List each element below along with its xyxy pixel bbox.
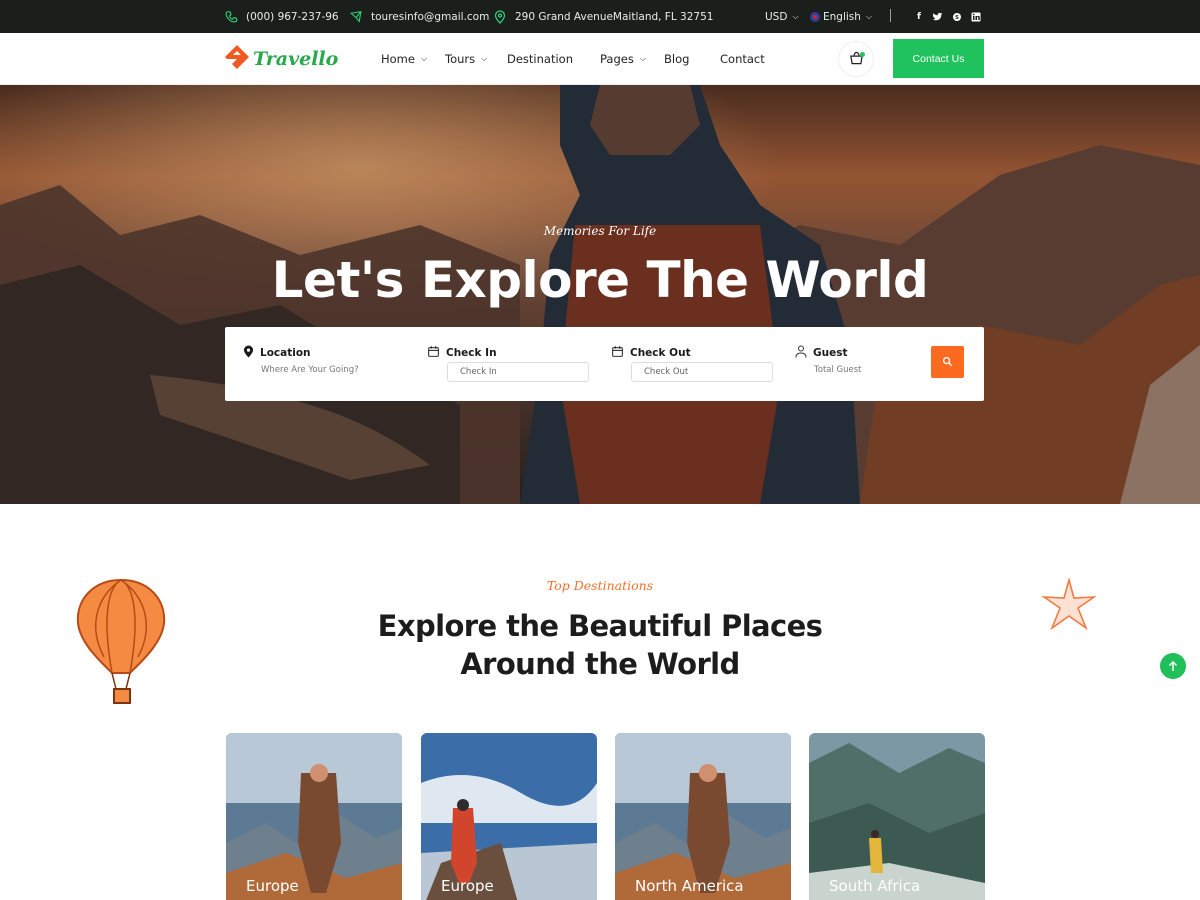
skype-icon[interactable]: S [952,12,962,22]
hero-subtitle: Memories For Life [543,224,657,238]
nav-item-home[interactable]: Home ⌵ [381,33,427,85]
uk-flag-icon [810,11,820,22]
email-contact[interactable]: touresinfo@gmail.com [349,0,489,33]
card-title: Europe [441,877,494,895]
section-title-line-2: Around the World [460,647,740,681]
check-out-field: Check Out Check Out [611,327,781,401]
logo-text: Travello [253,48,339,70]
nav-label: Destination [507,52,573,66]
location-label: Location [260,347,311,359]
nav-label: Pages [600,52,634,66]
map-pin-icon [243,345,254,361]
guest-label: Guest [813,347,848,359]
nav-label: Blog [664,52,690,66]
language-value: English [823,10,861,23]
destination-card[interactable]: South Africa [809,733,985,900]
map-pin-icon [493,9,507,24]
section-subtitle: Top Destinations [546,578,654,593]
location-input[interactable]: Where Are Your Going? [261,365,359,375]
guest-input[interactable]: Total Guest [814,365,862,375]
calendar-icon [427,345,440,361]
language-select[interactable]: English ⌵ [810,0,872,33]
divider [890,9,891,22]
phone-text: (000) 967-237-96 [246,10,339,23]
linkedin-icon[interactable] [971,12,981,22]
search-button[interactable] [931,346,964,378]
destination-image [809,733,985,900]
destination-card[interactable]: Europe [421,733,597,900]
nav-item-tours[interactable]: Tours ⌵ [445,33,487,85]
check-in-input[interactable]: Check In [447,362,589,382]
check-out-label: Check Out [630,347,691,359]
destination-card[interactable]: North America [615,733,791,900]
calendar-icon [611,345,624,361]
social-links: f S [914,0,981,33]
hero-title: Let's Explore The World [271,251,929,309]
destination-image [421,733,597,900]
main-header: Travello Home ⌵ Tours ⌵ Destination Page… [0,33,1200,85]
chevron-down-icon: ⌵ [792,11,799,21]
card-title: South Africa [829,877,921,895]
email-text: touresinfo@gmail.com [371,10,490,23]
chevron-down-icon: ⌵ [420,54,428,63]
cart-button[interactable] [838,41,874,77]
nav-label: Home [381,52,415,66]
check-in-label: Check In [446,347,497,359]
address-contact: 290 Grand AvenueMaitland, FL 32751 [493,0,713,33]
twitter-icon[interactable] [933,12,943,22]
guest-field[interactable]: Guest Total Guest [795,327,915,401]
nav-item-contact[interactable]: Contact [720,33,765,85]
nav-label: Contact [720,52,765,66]
nav-label: Tours [445,52,476,66]
contact-us-button[interactable]: Contact Us [893,39,984,78]
check-in-field: Check In Check In [427,327,597,401]
card-title: North America [635,877,744,895]
nav-item-destination[interactable]: Destination [507,33,573,85]
arrow-up-icon [1168,657,1178,676]
location-field[interactable]: Location Where Are Your Going? [243,327,413,401]
top-bar: (000) 967-237-96 touresinfo@gmail.com 29… [0,0,1200,33]
scroll-to-top-button[interactable] [1160,653,1186,679]
destination-image [226,733,402,900]
currency-value: USD [765,10,788,23]
nav-item-pages[interactable]: Pages ⌵ [600,33,646,85]
check-out-input[interactable]: Check Out [631,362,773,382]
phone-contact[interactable]: (000) 967-237-96 [224,0,339,33]
search-icon [942,355,953,370]
destination-card[interactable]: Europe [226,733,402,900]
hero-section: Memories For Life Let's Explore The Worl… [0,85,1200,504]
logo-mark-icon [224,44,250,74]
address-text: 290 Grand AvenueMaitland, FL 32751 [515,10,714,23]
user-icon [795,345,807,361]
facebook-icon[interactable]: f [914,12,924,22]
destination-image [615,733,791,900]
logo[interactable]: Travello [224,45,338,73]
cart-badge [860,52,865,57]
section-title: Explore the Beautiful Places Around the … [0,607,1200,683]
card-title: Europe [246,877,299,895]
currency-select[interactable]: USD ⌵ [765,0,799,33]
svg-text:S: S [955,15,959,21]
chevron-down-icon: ⌵ [481,54,488,63]
phone-icon [224,10,238,24]
section-title-line-1: Explore the Beautiful Places [377,609,823,643]
chevron-down-icon: ⌵ [865,11,872,21]
chevron-down-icon: ⌵ [639,54,646,63]
tour-search-form: Location Where Are Your Going? Check In … [225,327,984,401]
mail-icon [349,10,363,24]
nav-item-blog[interactable]: Blog [664,33,689,85]
